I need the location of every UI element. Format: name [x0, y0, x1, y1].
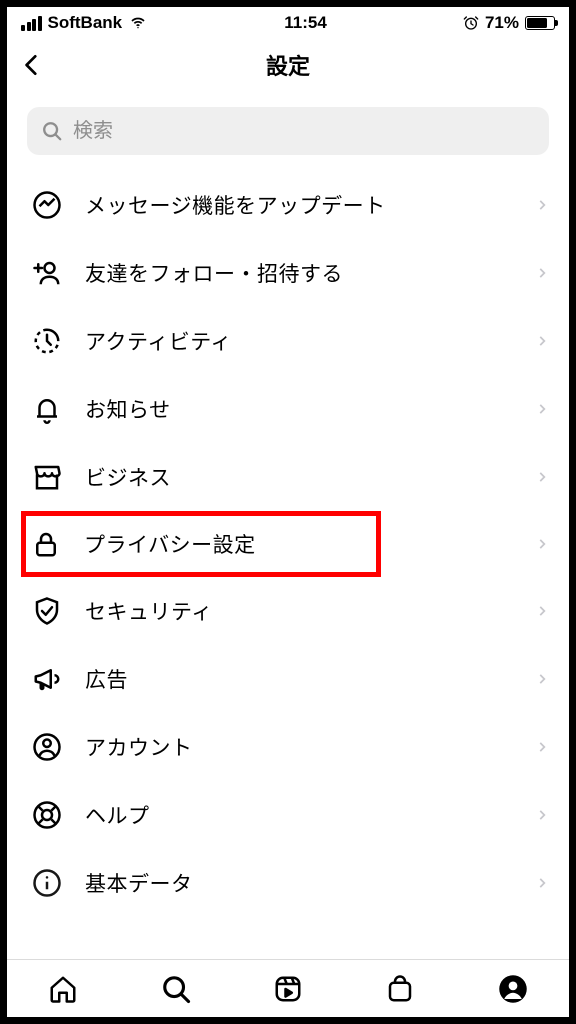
chevron-right-icon: [535, 198, 549, 212]
tab-search[interactable]: [159, 972, 193, 1006]
menu-label: 友達をフォロー・招待する: [85, 258, 513, 288]
menu-label: アクティビティ: [85, 326, 513, 356]
chevron-right-icon: [535, 672, 549, 686]
shield-icon: [31, 595, 63, 627]
menu-label: アカウント: [85, 732, 513, 762]
menu-item-messenger[interactable]: メッセージ機能をアップデート: [7, 171, 569, 239]
chevron-right-icon: [535, 266, 549, 280]
carrier-label: SoftBank: [48, 13, 123, 33]
menu-item-account[interactable]: アカウント: [7, 713, 569, 781]
lock-icon: [30, 528, 62, 560]
status-time: 11:54: [284, 13, 327, 33]
menu-item-ads[interactable]: 広告: [7, 645, 569, 713]
menu-item-privacy[interactable]: プライバシー設定: [21, 511, 381, 577]
lifebuoy-icon: [31, 799, 63, 831]
tab-reels[interactable]: [271, 972, 305, 1006]
status-left: SoftBank: [21, 13, 148, 33]
settings-list: メッセージ機能をアップデート 友達をフォロー・招待する アクティビティ お知らせ: [7, 165, 569, 959]
chevron-right-icon: [535, 604, 549, 618]
signal-bars-icon: [21, 16, 42, 31]
store-icon: [31, 461, 63, 493]
menu-label: ヘルプ: [85, 800, 513, 830]
menu-item-activity[interactable]: アクティビティ: [7, 307, 569, 375]
back-button[interactable]: [17, 50, 47, 80]
menu-label: お知らせ: [85, 394, 513, 424]
search-box[interactable]: [27, 107, 549, 155]
menu-label: ビジネス: [85, 462, 513, 492]
tab-profile[interactable]: [496, 972, 530, 1006]
search-icon: [41, 120, 63, 142]
menu-label: 広告: [85, 664, 513, 694]
header: 設定: [7, 39, 569, 91]
alarm-icon: [463, 15, 479, 31]
wifi-icon: [128, 15, 148, 31]
menu-item-follow-invite[interactable]: 友達をフォロー・招待する: [7, 239, 569, 307]
bell-icon: [31, 393, 63, 425]
messenger-icon: [31, 189, 63, 221]
menu-item-business[interactable]: ビジネス: [7, 443, 569, 511]
megaphone-icon: [31, 663, 63, 695]
battery-icon: [525, 16, 555, 30]
activity-icon: [31, 325, 63, 357]
menu-item-security[interactable]: セキュリティ: [7, 577, 569, 645]
status-bar: SoftBank 11:54 71%: [7, 7, 569, 39]
menu-label: 基本データ: [85, 868, 513, 898]
chevron-right-icon: [535, 876, 549, 890]
menu-label: プライバシー設定: [84, 529, 370, 559]
chevron-right-icon: [535, 334, 549, 348]
add-person-icon: [31, 257, 63, 289]
person-circle-icon: [31, 731, 63, 763]
status-right: 71%: [463, 13, 555, 33]
menu-item-notifications[interactable]: お知らせ: [7, 375, 569, 443]
chevron-right-icon: [535, 402, 549, 416]
menu-item-about[interactable]: 基本データ: [7, 849, 569, 899]
chevron-right-icon: [535, 808, 549, 822]
chevron-right-icon: [535, 470, 549, 484]
search-input[interactable]: [73, 120, 535, 143]
menu-item-help[interactable]: ヘルプ: [7, 781, 569, 849]
info-icon: [31, 867, 63, 899]
tab-shop[interactable]: [383, 972, 417, 1006]
tab-bar: [7, 959, 569, 1017]
chevron-right-icon: [535, 740, 549, 754]
page-title: 設定: [266, 49, 310, 81]
menu-label: セキュリティ: [85, 596, 513, 626]
menu-label: メッセージ機能をアップデート: [85, 190, 513, 220]
battery-pct-label: 71%: [485, 13, 519, 33]
tab-home[interactable]: [46, 972, 80, 1006]
chevron-right-icon: [535, 537, 549, 551]
